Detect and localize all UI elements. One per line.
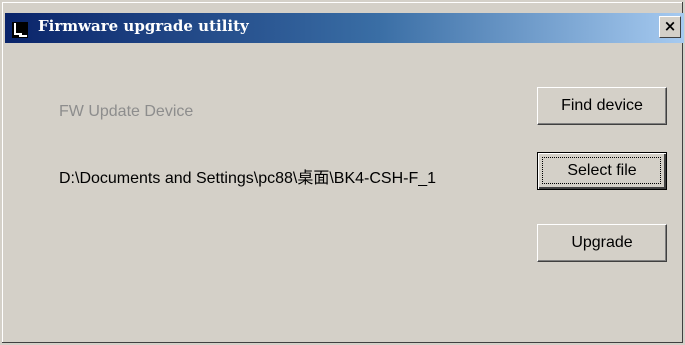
- find-device-button[interactable]: Find device: [537, 87, 667, 125]
- close-icon: ×: [663, 17, 677, 35]
- app-window-icon: [12, 22, 28, 38]
- close-button[interactable]: ×: [659, 16, 681, 38]
- device-status-label: FW Update Device: [59, 103, 194, 120]
- select-file-button[interactable]: Select file: [537, 152, 667, 190]
- window-title: Firmware upgrade utility: [38, 17, 249, 35]
- selected-file-path: D:\Documents and Settings\pc88\桌面\BK4-CS…: [59, 170, 437, 187]
- title-bar[interactable]: Firmware upgrade utility ×: [5, 13, 684, 43]
- select-file-label: Select file: [567, 162, 637, 179]
- upgrade-button[interactable]: Upgrade: [537, 224, 667, 262]
- firmware-upgrade-dialog: Firmware upgrade utility × FW Update Dev…: [0, 0, 685, 345]
